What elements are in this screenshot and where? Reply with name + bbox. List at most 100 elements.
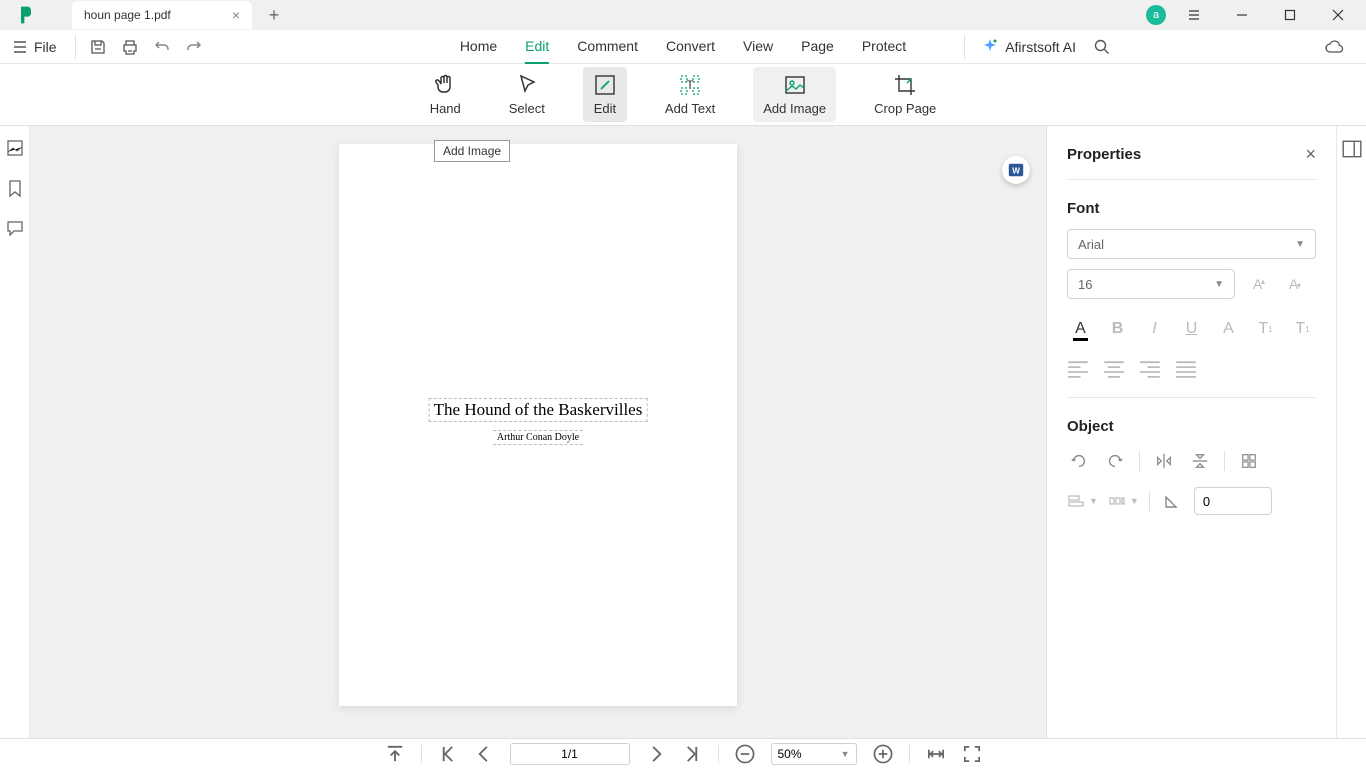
strikethrough-button[interactable]: A bbox=[1215, 315, 1242, 343]
align-center-icon[interactable] bbox=[1103, 361, 1125, 379]
tab-convert[interactable]: Convert bbox=[666, 30, 715, 64]
edit-icon bbox=[593, 73, 617, 97]
crop-page-tool[interactable]: Crop Page bbox=[864, 67, 946, 122]
ai-label: Afirstsoft AI bbox=[1005, 39, 1076, 55]
main-area: The Hound of the Baskervilles Arthur Con… bbox=[0, 126, 1366, 738]
properties-panel: Properties × Font Arial ▼ 16 ▼ A▴ A▾ A B… bbox=[1046, 126, 1336, 738]
rotate-left-icon[interactable] bbox=[1067, 449, 1091, 473]
italic-button[interactable]: I bbox=[1141, 315, 1168, 343]
menu-tabs: Home Edit Comment Convert View Page Prot… bbox=[460, 30, 906, 64]
add-text-label: Add Text bbox=[665, 101, 715, 116]
separator bbox=[421, 745, 422, 763]
document-author-text[interactable]: Arthur Conan Doyle bbox=[493, 430, 583, 445]
zoom-value: 50% bbox=[778, 747, 802, 761]
subscript-button[interactable]: T1 bbox=[1289, 315, 1316, 343]
user-avatar[interactable]: a bbox=[1146, 5, 1166, 25]
next-page-icon[interactable] bbox=[646, 744, 666, 764]
tab-title: houn page 1.pdf bbox=[84, 8, 171, 22]
underline-button[interactable]: U bbox=[1178, 315, 1205, 343]
document-page[interactable]: The Hound of the Baskervilles Arthur Con… bbox=[339, 144, 737, 706]
hamburger-menu-icon[interactable] bbox=[1174, 1, 1214, 29]
font-color-button[interactable]: A bbox=[1067, 315, 1094, 343]
tab-protect[interactable]: Protect bbox=[862, 30, 906, 64]
file-menu-label: File bbox=[34, 39, 57, 55]
flip-vertical-icon[interactable] bbox=[1188, 449, 1212, 473]
undo-icon[interactable] bbox=[146, 33, 178, 61]
font-family-value: Arial bbox=[1078, 237, 1104, 252]
add-image-tooltip: Add Image bbox=[434, 140, 510, 162]
align-object-dropdown[interactable]: ▼ bbox=[1067, 492, 1098, 510]
word-convert-button[interactable]: W bbox=[1002, 156, 1030, 184]
canvas-area[interactable]: The Hound of the Baskervilles Arthur Con… bbox=[30, 126, 1046, 738]
edit-tool[interactable]: Edit bbox=[583, 67, 627, 122]
last-page-icon[interactable] bbox=[682, 744, 702, 764]
distribute-dropdown[interactable]: ▼ bbox=[1108, 492, 1139, 510]
tab-view[interactable]: View bbox=[743, 30, 773, 64]
superscript-button[interactable]: T1 bbox=[1252, 315, 1279, 343]
zoom-in-icon[interactable] bbox=[873, 744, 893, 764]
document-tab[interactable]: houn page 1.pdf × bbox=[72, 1, 252, 29]
crop-page-label: Crop Page bbox=[874, 101, 936, 116]
add-image-tool[interactable]: Add Image bbox=[753, 67, 836, 122]
add-tab-button[interactable]: + bbox=[260, 1, 288, 29]
zoom-select[interactable]: 50% ▼ bbox=[771, 743, 857, 765]
font-family-select[interactable]: Arial ▼ bbox=[1067, 229, 1316, 259]
increase-font-icon[interactable]: A▴ bbox=[1243, 270, 1271, 298]
bottombar: 50% ▼ bbox=[0, 738, 1366, 768]
page-number-input[interactable] bbox=[510, 743, 630, 765]
svg-text:▾: ▾ bbox=[1297, 281, 1301, 290]
fit-width-icon[interactable] bbox=[926, 744, 946, 764]
close-panel-icon[interactable]: × bbox=[1305, 144, 1316, 165]
tab-home[interactable]: Home bbox=[460, 30, 497, 64]
prev-page-icon[interactable] bbox=[474, 744, 494, 764]
print-icon[interactable] bbox=[114, 33, 146, 61]
tab-comment[interactable]: Comment bbox=[577, 30, 638, 64]
document-title-text[interactable]: The Hound of the Baskervilles bbox=[429, 398, 648, 422]
align-justify-icon[interactable] bbox=[1175, 361, 1197, 379]
comment-icon[interactable] bbox=[5, 218, 25, 238]
tab-edit[interactable]: Edit bbox=[525, 30, 549, 64]
flip-horizontal-icon[interactable] bbox=[1152, 449, 1176, 473]
font-size-select[interactable]: 16 ▼ bbox=[1067, 269, 1235, 299]
search-icon[interactable] bbox=[1086, 33, 1118, 61]
align-right-icon[interactable] bbox=[1139, 361, 1161, 379]
cloud-icon[interactable] bbox=[1318, 33, 1350, 61]
bold-button[interactable]: B bbox=[1104, 315, 1131, 343]
add-text-tool[interactable]: T Add Text bbox=[655, 67, 725, 122]
zoom-out-icon[interactable] bbox=[735, 744, 755, 764]
select-tool[interactable]: Select bbox=[499, 67, 555, 122]
rotate-right-icon[interactable] bbox=[1103, 449, 1127, 473]
chevron-down-icon: ▼ bbox=[1295, 239, 1305, 250]
hand-tool[interactable]: Hand bbox=[420, 67, 471, 122]
separator bbox=[718, 745, 719, 763]
chevron-down-icon: ▼ bbox=[841, 749, 850, 759]
add-image-label: Add Image bbox=[763, 101, 826, 116]
separator bbox=[964, 35, 965, 59]
first-page-icon[interactable] bbox=[438, 744, 458, 764]
panel-toggle-icon[interactable] bbox=[1341, 138, 1363, 160]
close-button[interactable] bbox=[1318, 1, 1358, 29]
close-tab-icon[interactable]: × bbox=[232, 7, 240, 23]
save-icon[interactable] bbox=[82, 33, 114, 61]
maximize-button[interactable] bbox=[1270, 1, 1310, 29]
fit-page-icon[interactable] bbox=[962, 744, 982, 764]
hand-label: Hand bbox=[430, 101, 461, 116]
scroll-top-icon[interactable] bbox=[385, 744, 405, 764]
panel-title: Properties bbox=[1067, 146, 1141, 163]
file-menu[interactable]: File bbox=[0, 39, 69, 55]
decrease-font-icon[interactable]: A▾ bbox=[1279, 270, 1307, 298]
right-edge-bar bbox=[1336, 126, 1366, 738]
bookmark-icon[interactable] bbox=[5, 178, 25, 198]
crop-object-icon[interactable] bbox=[1237, 449, 1261, 473]
hand-icon bbox=[433, 73, 457, 97]
align-left-icon[interactable] bbox=[1067, 361, 1089, 379]
edit-label: Edit bbox=[594, 101, 616, 116]
rotation-input[interactable] bbox=[1194, 487, 1272, 515]
ai-button[interactable]: Afirstsoft AI bbox=[981, 38, 1076, 56]
redo-icon[interactable] bbox=[178, 33, 210, 61]
thumbnails-icon[interactable] bbox=[5, 138, 25, 158]
tab-page[interactable]: Page bbox=[801, 30, 834, 64]
cursor-icon bbox=[515, 73, 539, 97]
minimize-button[interactable] bbox=[1222, 1, 1262, 29]
object-section-title: Object bbox=[1067, 418, 1316, 435]
